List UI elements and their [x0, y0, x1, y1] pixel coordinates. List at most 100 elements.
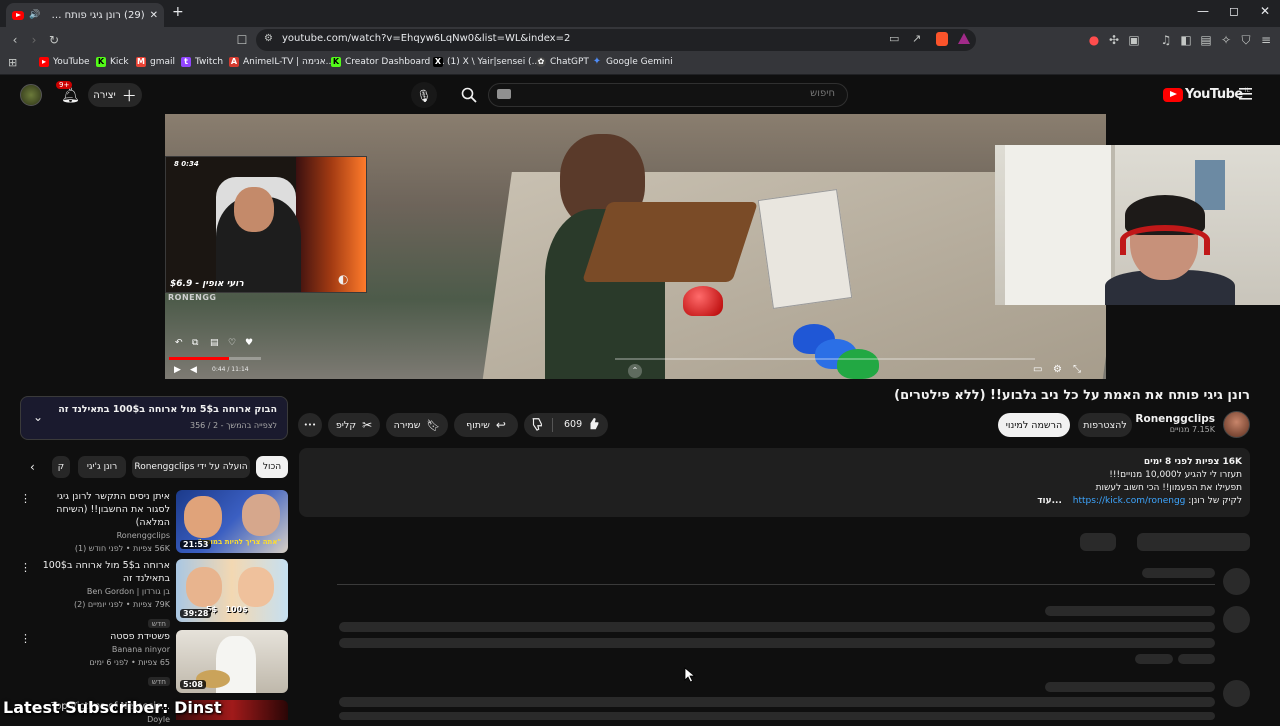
like-small-icon[interactable]: ♥ [245, 338, 253, 348]
guide-menu-button[interactable] [1238, 85, 1256, 103]
chips-scroll-left-icon[interactable]: ‹ [30, 460, 35, 474]
playlist-expand-chevron-icon[interactable]: ⌄ [33, 410, 43, 424]
chip-ronen[interactable]: רונן ג'יגי [78, 456, 126, 478]
bookmark-animeil[interactable]: A AnimeIL-TV | אנימה... [229, 57, 334, 67]
extensions-puzzle-icon[interactable]: ✣ [1106, 32, 1122, 48]
save-button[interactable]: שמירה 🔖︎ [386, 413, 448, 437]
keyboard-icon[interactable] [497, 89, 511, 99]
player-fullscreen-icon[interactable]: ⤡ [1073, 364, 1081, 375]
profile-avatar[interactable] [20, 84, 42, 106]
channel-avatar[interactable] [1223, 411, 1250, 438]
forward-icon[interactable]: › [26, 32, 42, 48]
recommendation-item[interactable]: ⋮ פשטידת פסטה Banana ninyor 65 צפיות • ל… [20, 630, 288, 694]
chip-uploaded-by[interactable]: הועלה על ידי Ronenggclips [132, 456, 250, 478]
site-info-icon[interactable]: ⚙ [264, 33, 273, 44]
playlist-panel[interactable]: ⌄ הבוק ארוחה ב5$ מול ארוחה ב100$ בתאילנד… [20, 396, 288, 440]
player-expand-chevron-icon[interactable]: ⌃ [628, 364, 642, 378]
bookmark-twitch[interactable]: t Twitch [181, 57, 223, 67]
sidebar-icon[interactable]: ◧ [1178, 32, 1194, 48]
back-icon[interactable]: ‹ [7, 32, 23, 48]
bookmark-star-icon[interactable]: ☐ [234, 32, 250, 48]
search-button[interactable] [455, 82, 483, 108]
close-window-button[interactable]: ✕ [1250, 4, 1280, 18]
cast-icon[interactable]: ▭ [889, 32, 899, 45]
kick-bookmark-icon: K [331, 57, 341, 67]
skeleton-placeholder [1142, 568, 1215, 578]
more-vert-icon[interactable]: ⋮ [20, 632, 31, 645]
menu-icon[interactable]: ≡ [1258, 32, 1274, 48]
rec-thumbnail[interactable]: "אתה צריך להיות במוסד" 21:53 [176, 490, 288, 553]
brave-rewards-icon[interactable] [958, 33, 970, 44]
bookmark-chatgpt[interactable]: ✿ ChatGPT [536, 57, 589, 67]
browser-tab-active[interactable]: 🔊 (29) רונן גיגי פותח את כל האמ ✕ [6, 3, 164, 27]
leo-ai-icon[interactable]: ✧ [1218, 32, 1234, 48]
rec-thumbnail[interactable]: 5$ 100$ 39:28 [176, 559, 288, 622]
rec-duration: 21:53 [180, 540, 212, 549]
subscribe-button[interactable]: הרשמה למינוי [998, 413, 1070, 437]
share-button[interactable]: שיתוף ↩ [454, 413, 518, 437]
close-tab-icon[interactable]: ✕ [150, 10, 158, 21]
rec-title[interactable]: איתן ניסים התקשר לרונן גיגי לסגור את החש… [36, 490, 170, 529]
create-button[interactable]: יצירה ＋ [88, 83, 142, 107]
maximize-button[interactable]: ◻ [1219, 4, 1249, 18]
like-button[interactable]: 609 [564, 417, 601, 431]
bookmark-gemini[interactable]: ✦ Google Gemini [592, 57, 673, 68]
extension-record-icon[interactable]: ● [1086, 32, 1102, 48]
share-page-icon[interactable]: ↗ [912, 32, 921, 45]
dislike-small-icon[interactable]: ♡ [228, 338, 236, 348]
rec-thumbnail[interactable]: 5:08 [176, 630, 288, 693]
rec-channel[interactable]: Banana ninyor [36, 643, 170, 656]
chip-more[interactable]: ק [52, 456, 70, 478]
description-box[interactable]: 16K צפיות לפני 8 ימים תעזרו לי להגיע ל10… [299, 448, 1250, 517]
reload-icon[interactable]: ↻ [46, 32, 62, 48]
description-more[interactable]: ...עוד [1037, 496, 1062, 506]
bookmark-creator-dashboard[interactable]: K Creator Dashboard |... [331, 57, 445, 67]
volume-icon[interactable]: ◀ [190, 365, 197, 375]
more-vert-icon[interactable]: ⋮ [20, 492, 31, 505]
player-miniplayer-icon[interactable]: ▭ [1033, 364, 1042, 375]
embedded-progress-bar[interactable] [169, 357, 261, 360]
chip-all[interactable]: הכול [256, 456, 288, 478]
recommendation-item[interactable]: ⋮ ארוחה ב5$ מול ארוחה ב100$ בתאילנד זה ב… [20, 559, 288, 628]
bookmark-gmail[interactable]: M gmail [136, 57, 175, 67]
minimize-button[interactable]: — [1188, 4, 1218, 18]
channel-name[interactable]: Ronenggclips [1135, 413, 1215, 425]
player-progress-bar[interactable] [615, 358, 1035, 360]
youtube-logo[interactable]: YouTube IL [1163, 87, 1250, 102]
dislike-button[interactable] [530, 417, 544, 431]
clip-button[interactable]: קליפ ✂ [328, 413, 380, 437]
audio-icon[interactable]: 🔊 [29, 10, 40, 20]
bookmark-x[interactable]: X (1) X \ Yair|sensei (... [433, 57, 540, 67]
rec-title[interactable]: ארוחה ב5$ מול ארוחה ב100$ בתאילנד זה [36, 559, 170, 585]
voice-search-button[interactable]: 🎙︎ [411, 82, 437, 108]
play-icon[interactable]: ▶ [174, 365, 181, 375]
address-bar[interactable]: ⚙ youtube.com/watch?v=Ehqyw6LqNw0&list=W… [256, 29, 976, 51]
vpn-icon[interactable]: ⛉ [1238, 32, 1254, 48]
comment-icon[interactable]: ▤ [210, 338, 219, 348]
save-label: שמירה [393, 419, 421, 431]
wallet-icon[interactable]: ▤ [1198, 32, 1214, 48]
rewind-icon[interactable]: ↶ [175, 338, 183, 348]
brave-shield-icon[interactable] [936, 32, 948, 46]
channel-info[interactable]: Ronenggclips 7.15K מנויים [1135, 413, 1215, 434]
description-kick-link[interactable]: https://kick.com/ronengg [1073, 496, 1186, 506]
more-actions-button[interactable]: ••• [298, 413, 322, 437]
media-control-icon[interactable]: ♫ [1158, 32, 1174, 48]
new-tab-button[interactable]: + [172, 4, 184, 20]
rec-title[interactable]: פשטידת פסטה [36, 630, 170, 643]
bookmark-youtube[interactable]: ▸ YouTube [39, 57, 90, 67]
more-vert-icon[interactable]: ⋮ [20, 561, 31, 574]
notifications-button[interactable]: 🔔︎ 9+ [56, 81, 80, 106]
skeleton-avatar [1223, 568, 1250, 595]
bookmark-kick[interactable]: K Kick [96, 57, 129, 67]
rec-channel[interactable]: Ronenggclips [36, 529, 170, 542]
recommendation-item[interactable]: ⋮ איתן ניסים התקשר לרונן גיגי לסגור את ה… [20, 490, 288, 554]
player-settings-icon[interactable]: ⚙ [1053, 364, 1062, 375]
copy-icon[interactable]: ⧉ [192, 338, 198, 348]
search-input[interactable] [515, 88, 835, 99]
search-box[interactable] [488, 83, 848, 107]
join-button[interactable]: להצטרפות [1078, 413, 1132, 437]
rec-channel[interactable]: בן גורדון | Ben Gordon [36, 585, 170, 598]
extension-box-icon[interactable]: ▣ [1126, 32, 1142, 48]
apps-grid-icon[interactable]: ⊞ [8, 56, 17, 69]
